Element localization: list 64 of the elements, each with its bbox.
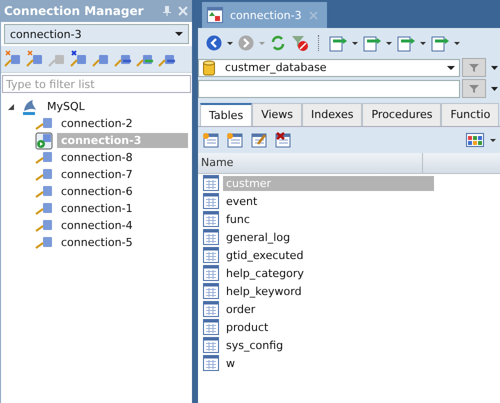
tree-item[interactable]: connection-7	[57, 167, 137, 182]
new-connection-icon[interactable]	[26, 50, 44, 68]
tree-item[interactable]: connection-8	[57, 150, 137, 165]
table-icon	[203, 175, 219, 191]
expand-icon[interactable]	[7, 102, 15, 110]
edit-table-icon[interactable]	[250, 132, 268, 148]
object-tab[interactable]: Tables	[200, 103, 252, 126]
tree-item[interactable]: connection-2	[57, 116, 137, 131]
back-icon[interactable]	[206, 35, 222, 51]
tree-item[interactable]: MySQL	[43, 99, 89, 114]
table-icon	[203, 301, 219, 317]
forward-icon[interactable]	[238, 35, 254, 51]
caret-icon	[175, 32, 183, 36]
database-icon	[203, 60, 215, 76]
caret-icon[interactable]	[227, 42, 233, 44]
table-row[interactable]: sys_config	[223, 338, 434, 352]
tree-item[interactable]: connection-1	[57, 201, 137, 216]
table-icon	[203, 319, 219, 335]
connection-dropdown[interactable]: connection-3	[4, 24, 189, 44]
table-icon	[203, 337, 219, 353]
refresh-icon[interactable]	[270, 35, 286, 51]
table-row[interactable]: help_keyword	[223, 284, 434, 298]
table-icon	[203, 211, 219, 227]
table-icon	[203, 229, 219, 245]
new-table-icon[interactable]	[226, 132, 244, 148]
connection-tab-icon	[207, 7, 223, 23]
object-tab[interactable]: Procedures	[362, 103, 442, 126]
table-row[interactable]: product	[223, 320, 434, 334]
table-row[interactable]: w	[223, 356, 434, 370]
tree-item[interactable]: connection-4	[57, 218, 137, 233]
table-row[interactable]: func	[223, 212, 434, 226]
table-row[interactable]: order	[223, 302, 434, 316]
table-row[interactable]: help_category	[223, 266, 434, 280]
tree-item[interactable]: connection-6	[57, 184, 137, 199]
new-connection-icon[interactable]	[4, 50, 22, 68]
table-icon	[203, 283, 219, 299]
table-icon	[203, 193, 219, 209]
table-row[interactable]: gtid_executed	[223, 248, 434, 262]
delete-connection-icon[interactable]	[70, 50, 88, 68]
table-icon	[203, 265, 219, 281]
panel-title: Connection Manager	[4, 4, 145, 18]
table-icon	[203, 355, 219, 371]
tree-item[interactable]: connection-5	[57, 235, 137, 250]
filter-field[interactable]	[198, 80, 460, 98]
filter-clear-icon[interactable]	[291, 34, 309, 52]
new-table-icon[interactable]	[202, 132, 220, 148]
caret-icon[interactable]	[454, 42, 460, 44]
table-row[interactable]: event	[223, 194, 434, 208]
object-tab[interactable]: Indexes	[302, 103, 362, 126]
database-dropdown[interactable]: custmer_database	[198, 58, 460, 76]
filter-icon	[469, 62, 479, 72]
object-tab[interactable]: Functio	[441, 103, 500, 126]
view-mode-icon[interactable]	[466, 133, 484, 147]
object-tab[interactable]: Views	[252, 103, 302, 126]
filter-field[interactable]: Type to filter list	[2, 75, 191, 93]
table-row[interactable]: general_log	[223, 230, 434, 244]
caret-icon	[447, 66, 455, 70]
table-icon	[203, 247, 219, 263]
filter-icon	[469, 84, 479, 94]
caret-icon[interactable]	[352, 42, 358, 44]
delete-table-icon[interactable]	[274, 132, 292, 148]
caret-icon[interactable]	[420, 42, 426, 44]
caret-icon[interactable]	[386, 42, 392, 44]
caret-icon[interactable]	[490, 138, 496, 142]
